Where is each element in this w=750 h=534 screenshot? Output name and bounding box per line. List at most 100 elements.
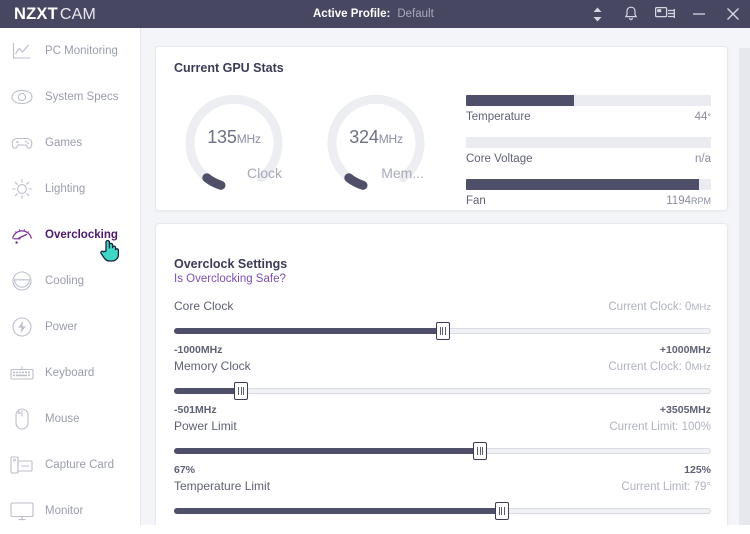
gauge-clock-label: Clock <box>246 165 282 181</box>
vertical-scrollbar[interactable] <box>739 48 750 525</box>
overclock-header: Overclock Settings Is Overclocking Safe? <box>174 257 287 285</box>
sort-updown-icon[interactable] <box>580 0 614 28</box>
sidebar-item-label: System Specs <box>45 91 119 103</box>
stat-temperature: Temperature 44° <box>466 95 711 123</box>
core-clock-handle[interactable] <box>435 322 450 340</box>
fan-icon <box>10 269 34 293</box>
sidebar-item-label: Games <box>45 137 83 149</box>
active-profile-value: Default <box>397 8 434 20</box>
slider-memory-clock: Memory Clock Current Clock: 0MHz -501MHz… <box>174 359 711 416</box>
overclock-settings-card: Overclock Settings Is Overclocking Safe?… <box>155 223 728 525</box>
sidebar-item-capture-card[interactable]: Capture Card <box>0 442 140 488</box>
memory-clock-track-wrap[interactable] <box>174 382 711 400</box>
sidebar-item-keyboard[interactable]: Keyboard <box>0 350 140 396</box>
window-layout-icon[interactable] <box>648 0 682 28</box>
titlebar-controls <box>580 0 750 28</box>
power-limit-handle[interactable] <box>473 442 488 460</box>
slider-core-clock: Core Clock Current Clock: 0MHz -1000MHz … <box>174 299 711 356</box>
core-voltage-bar-track <box>466 137 711 148</box>
bell-icon[interactable] <box>614 0 648 28</box>
bolt-icon <box>10 315 34 339</box>
fan-bar-track <box>466 179 711 190</box>
sidebar-item-label: Keyboard <box>45 367 95 379</box>
minimize-icon[interactable] <box>682 0 716 28</box>
close-icon[interactable] <box>716 0 750 28</box>
fan-bar-fill <box>466 179 699 190</box>
memory-clock-max: +3505MHz <box>659 404 711 416</box>
sidebar-item-cooling[interactable]: Cooling <box>0 258 140 304</box>
sidebar-item-mouse[interactable]: Mouse <box>0 396 140 442</box>
fan-label: Fan <box>466 195 486 207</box>
core-clock-label: Core Clock <box>174 299 234 313</box>
temperature-limit-label: Temperature Limit <box>174 479 271 493</box>
main-content: Current GPU Stats 135MHz Clock 324MHz Me… <box>141 28 750 525</box>
sidebar-item-games[interactable]: Games <box>0 120 140 166</box>
core-clock-track-wrap[interactable] <box>174 322 711 340</box>
temperature-limit-current: Current Limit: 79° <box>621 481 711 493</box>
sidebar-item-label: Overclocking <box>45 229 118 241</box>
stat-core-voltage: Core Voltage n/a <box>466 137 711 165</box>
power-limit-track-wrap[interactable] <box>174 442 711 460</box>
active-profile-label: Active Profile: <box>313 8 391 20</box>
app-logo: NZXT CAM <box>14 5 96 24</box>
power-limit-fill <box>174 448 481 454</box>
sidebar-item-power[interactable]: Power <box>0 304 140 350</box>
capture-card-icon <box>10 453 34 477</box>
sidebar-item-label: Power <box>45 321 78 333</box>
sidebar-item-label: Mouse <box>45 413 80 425</box>
memory-clock-label: Memory Clock <box>174 359 251 373</box>
gpu-gauges: 135MHz Clock 324MHz Mem... <box>174 85 436 197</box>
core-voltage-label: Core Voltage <box>466 153 533 165</box>
temperature-label: Temperature <box>466 111 531 123</box>
sidebar-item-system-specs[interactable]: System Specs <box>0 74 140 120</box>
mouse-icon <box>10 407 34 431</box>
logo-cam: CAM <box>59 5 97 23</box>
sidebar-item-label: Lighting <box>45 183 86 195</box>
logo-nzxt: NZXT <box>14 4 58 23</box>
temperature-bar-fill <box>466 95 574 106</box>
memory-clock-current: Current Clock: 0MHz <box>608 361 711 373</box>
power-limit-label: Power Limit <box>174 419 237 433</box>
sidebar-item-monitor[interactable]: Monitor <box>0 488 140 534</box>
core-clock-current: Current Clock: 0MHz <box>608 301 711 313</box>
keyboard-icon <box>10 361 34 385</box>
sidebar-item-label: Capture Card <box>45 459 115 471</box>
eye-icon <box>10 85 34 109</box>
current-gpu-stats-card: Current GPU Stats 135MHz Clock 324MHz Me… <box>155 46 728 211</box>
active-profile[interactable]: Active Profile: Default <box>313 0 434 28</box>
sidebar-item-lighting[interactable]: Lighting <box>0 166 140 212</box>
core-voltage-value: n/a <box>695 153 711 165</box>
core-clock-fill <box>174 328 443 334</box>
title-bar: NZXT CAM Active Profile: Default <box>0 0 750 28</box>
overclock-title: Overclock Settings <box>174 257 288 271</box>
power-limit-current: Current Limit: 100% <box>609 421 711 433</box>
memory-clock-fill <box>174 388 242 394</box>
memory-clock-track <box>174 388 711 394</box>
power-limit-min: 67% <box>174 464 196 476</box>
gpu-stats-title: Current GPU Stats <box>174 61 284 75</box>
memory-clock-min: -501MHz <box>174 404 217 416</box>
temperature-limit-handle[interactable] <box>494 502 509 520</box>
stat-fan: Fan 1194RPM <box>466 179 711 207</box>
gauge-memory: 324MHz Mem... <box>316 85 436 197</box>
gauge-clock-value: 135MHz <box>207 127 261 147</box>
chart-line-icon <box>10 39 34 63</box>
monitor-icon <box>10 499 34 523</box>
memory-clock-handle[interactable] <box>234 382 249 400</box>
fan-value: 1194RPM <box>666 195 711 207</box>
core-clock-max: +1000MHz <box>659 344 711 356</box>
gpu-stat-bars: Temperature 44° Core Voltage n/a Fan 119… <box>466 95 711 221</box>
gauge-clock: 135MHz Clock <box>174 85 294 197</box>
sidebar-item-label: Monitor <box>45 505 84 517</box>
gauge-memory-label: Mem... <box>381 165 424 181</box>
speedometer-icon <box>10 223 34 247</box>
temperature-limit-track-wrap[interactable] <box>174 502 711 520</box>
slider-power-limit: Power Limit Current Limit: 100% 67% 125% <box>174 419 711 476</box>
core-clock-min: -1000MHz <box>174 344 223 356</box>
sidebar-item-pc-monitoring[interactable]: PC Monitoring <box>0 28 140 74</box>
power-limit-max: 125% <box>684 464 711 476</box>
sidebar-item-overclocking[interactable]: Overclocking <box>0 212 140 258</box>
temperature-limit-fill <box>174 508 502 514</box>
sun-icon <box>10 177 34 201</box>
is-overclocking-safe-link[interactable]: Is Overclocking Safe? <box>174 273 287 285</box>
